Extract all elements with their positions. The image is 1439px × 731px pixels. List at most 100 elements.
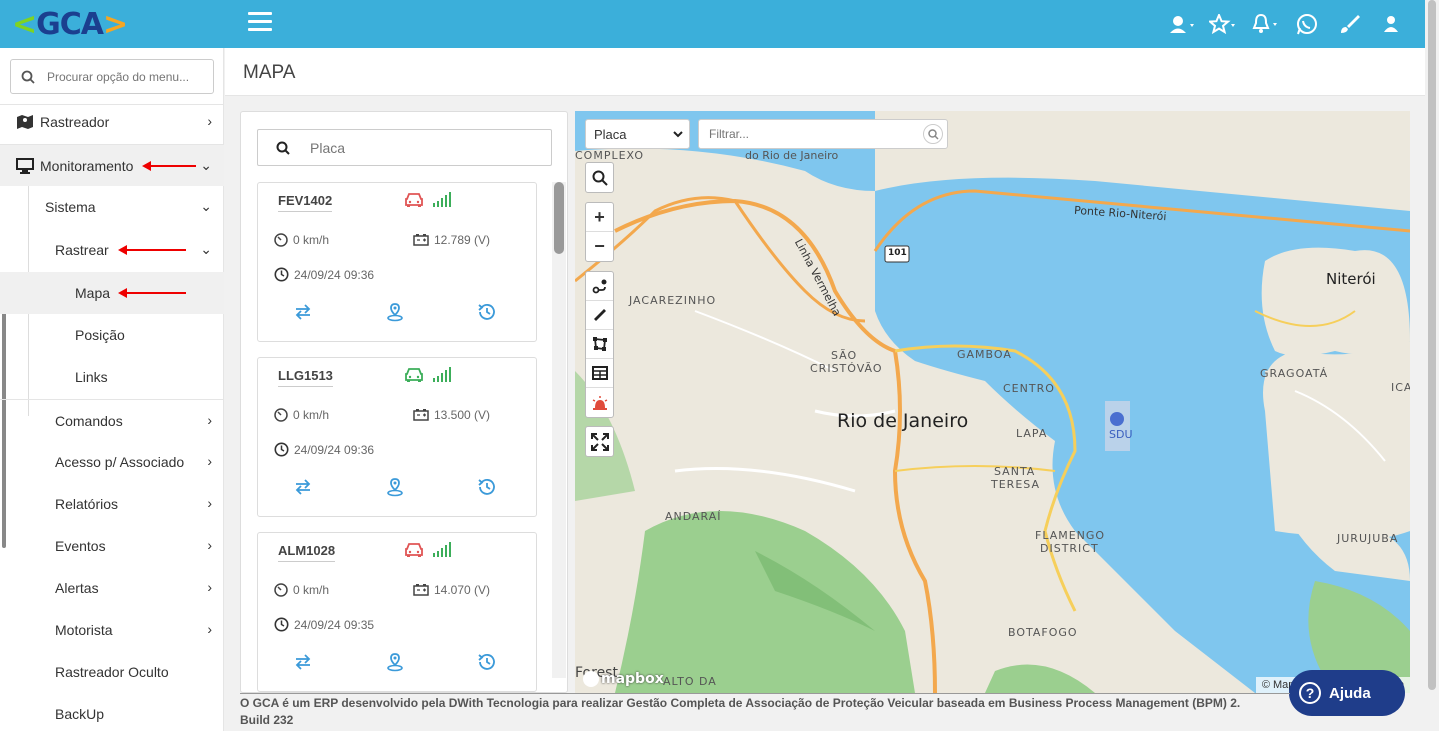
battery-icon [413,234,429,246]
table-icon[interactable] [586,359,613,388]
vehicle-plate[interactable]: ALM1028 [278,543,336,562]
map-label-city: Rio de Janeiro [837,410,969,432]
vehicle-speed: 0 km/h [274,408,329,422]
bell-icon[interactable] [1251,10,1279,38]
whatsapp-icon[interactable] [1293,10,1321,38]
map-label-city: Niterói [1326,270,1376,288]
gca-logo[interactable]: < GCA > [12,6,128,42]
sidebar-item-alertas[interactable]: Alertas › [0,567,224,609]
map-filter-input[interactable] [709,127,909,141]
star-icon[interactable] [1209,10,1237,38]
map-icon [17,115,33,129]
vehicle-card[interactable]: ALM1028 0 km/h 14.070 (V) 24/09/24 09:35 [257,532,537,692]
siren-alarm-icon[interactable] [586,388,613,417]
voltage-value: 13.500 (V) [434,408,491,422]
sidebar-item-label: BackUp [55,706,105,722]
history-icon[interactable] [476,651,498,673]
sidebar-item-label: Comandos [55,412,123,429]
sidebar-item-label: Monitoramento [40,157,134,174]
history-icon[interactable] [476,301,498,323]
vehicle-datetime: 24/09/24 09:36 [274,267,374,282]
vehicle-plate[interactable]: FEV1402 [278,193,333,212]
hamburger-menu-icon[interactable] [248,12,272,34]
vehicle-voltage: 13.500 (V) [413,408,490,422]
sidebar-item-acesso-associado[interactable]: Acesso p/ Associado › [0,441,224,483]
chevron-right-icon: › [207,412,212,428]
map-filter-field[interactable] [698,119,948,149]
chevron-down-icon: ⌄ [200,157,212,173]
zoom-out-button[interactable]: − [586,232,613,261]
search-icon[interactable] [923,124,943,144]
location-pin-icon[interactable] [384,476,406,498]
map-label: DISTRICT [1040,542,1099,555]
map-label: CENTRO [1003,382,1055,395]
plate-search-field[interactable] [257,129,552,166]
sidebar-item-backup[interactable]: BackUp [0,693,224,731]
sidebar-item-links[interactable]: Links [0,356,224,398]
sidebar-item-posicao[interactable]: Posição [0,314,224,356]
chevron-right-icon: › [207,537,212,553]
red-arrow-annotation [118,288,186,298]
sidebar-item-rastreador-oculto[interactable]: Rastreador Oculto [0,651,224,693]
location-pin-icon[interactable] [384,301,406,323]
sidebar-item-label: Rastreador [40,114,110,130]
car-icon [405,368,423,382]
sidebar-item-label: Alertas [55,580,99,596]
sidebar-item-label: Posição [75,327,125,343]
swap-arrows-icon[interactable] [292,476,314,498]
page-scrollbar[interactable] [1425,0,1439,731]
history-icon[interactable] [476,476,498,498]
sidebar-item-comandos[interactable]: Comandos › [0,399,224,441]
car-icon [405,193,423,207]
polygon-icon[interactable] [586,330,613,359]
map-search-type-select[interactable]: Placa [585,119,690,149]
chevron-right-icon: › [207,453,212,469]
logo-text: GCA [36,6,104,42]
sidebar-item-label: Sistema [45,199,96,215]
ruler-icon[interactable] [586,301,613,330]
route-icon[interactable] [586,272,613,301]
vehicle-voltage: 14.070 (V) [413,583,490,597]
battery-icon [413,409,429,421]
support-agent-icon[interactable] [1167,10,1195,38]
vehicle-card[interactable]: LLG1513 0 km/h 13.500 (V) 24/09/24 09:36 [257,357,537,517]
map-label: BOTAFOGO [1008,626,1078,639]
clock-icon [274,617,289,632]
vehicle-card-list: FEV1402 0 km/h 12.789 (V) 24/09/24 09:36… [257,182,555,694]
user-icon[interactable] [1377,10,1405,38]
sidebar-item-eventos[interactable]: Eventos › [0,525,224,567]
map-label: JURUJUBA [1337,532,1399,545]
vehicle-speed: 0 km/h [274,583,329,597]
signal-strength-icon [433,367,451,382]
route-shield: 101 [888,248,907,258]
vehicle-voltage: 12.789 (V) [413,233,490,247]
top-bar: < GCA > [0,0,1425,48]
map-view[interactable]: COMPLEXO do Rio de Janeiro Ponte Rio-Nit… [575,111,1410,693]
sidebar-item-monitoramento[interactable]: Monitoramento ⌄ [0,144,224,186]
menu-search-input[interactable] [47,69,197,84]
search-icon[interactable] [586,163,613,192]
sidebar-item-mapa[interactable]: Mapa [0,272,224,314]
sidebar-item-label: Mapa [75,285,111,301]
speed-value: 0 km/h [293,583,330,597]
sidebar-item-rastreador[interactable]: Rastreador › [0,101,224,143]
help-button[interactable]: ? Ajuda [1289,670,1405,716]
vehicle-list-scrollbar[interactable] [552,182,566,678]
paint-brush-icon[interactable] [1335,10,1363,38]
plate-search-input[interactable] [310,139,510,156]
swap-arrows-icon[interactable] [292,301,314,323]
menu-search-field[interactable] [10,59,214,94]
speedometer-icon [274,233,288,247]
sidebar-item-relatorios[interactable]: Relatórios › [0,483,224,525]
fullscreen-icon[interactable] [586,427,613,456]
mapbox-logo[interactable]: mapbox [583,671,664,687]
sidebar-item-sistema[interactable]: Sistema ⌄ [0,186,224,228]
clock-icon [274,267,289,282]
swap-arrows-icon[interactable] [292,651,314,673]
vehicle-card[interactable]: FEV1402 0 km/h 12.789 (V) 24/09/24 09:36 [257,182,537,342]
location-pin-icon[interactable] [384,651,406,673]
vehicle-plate[interactable]: LLG1513 [278,368,333,387]
sidebar-item-rastrear[interactable]: Rastrear ⌄ [0,229,224,271]
sidebar-item-motorista[interactable]: Motorista › [0,609,224,651]
zoom-in-button[interactable]: + [586,203,613,232]
